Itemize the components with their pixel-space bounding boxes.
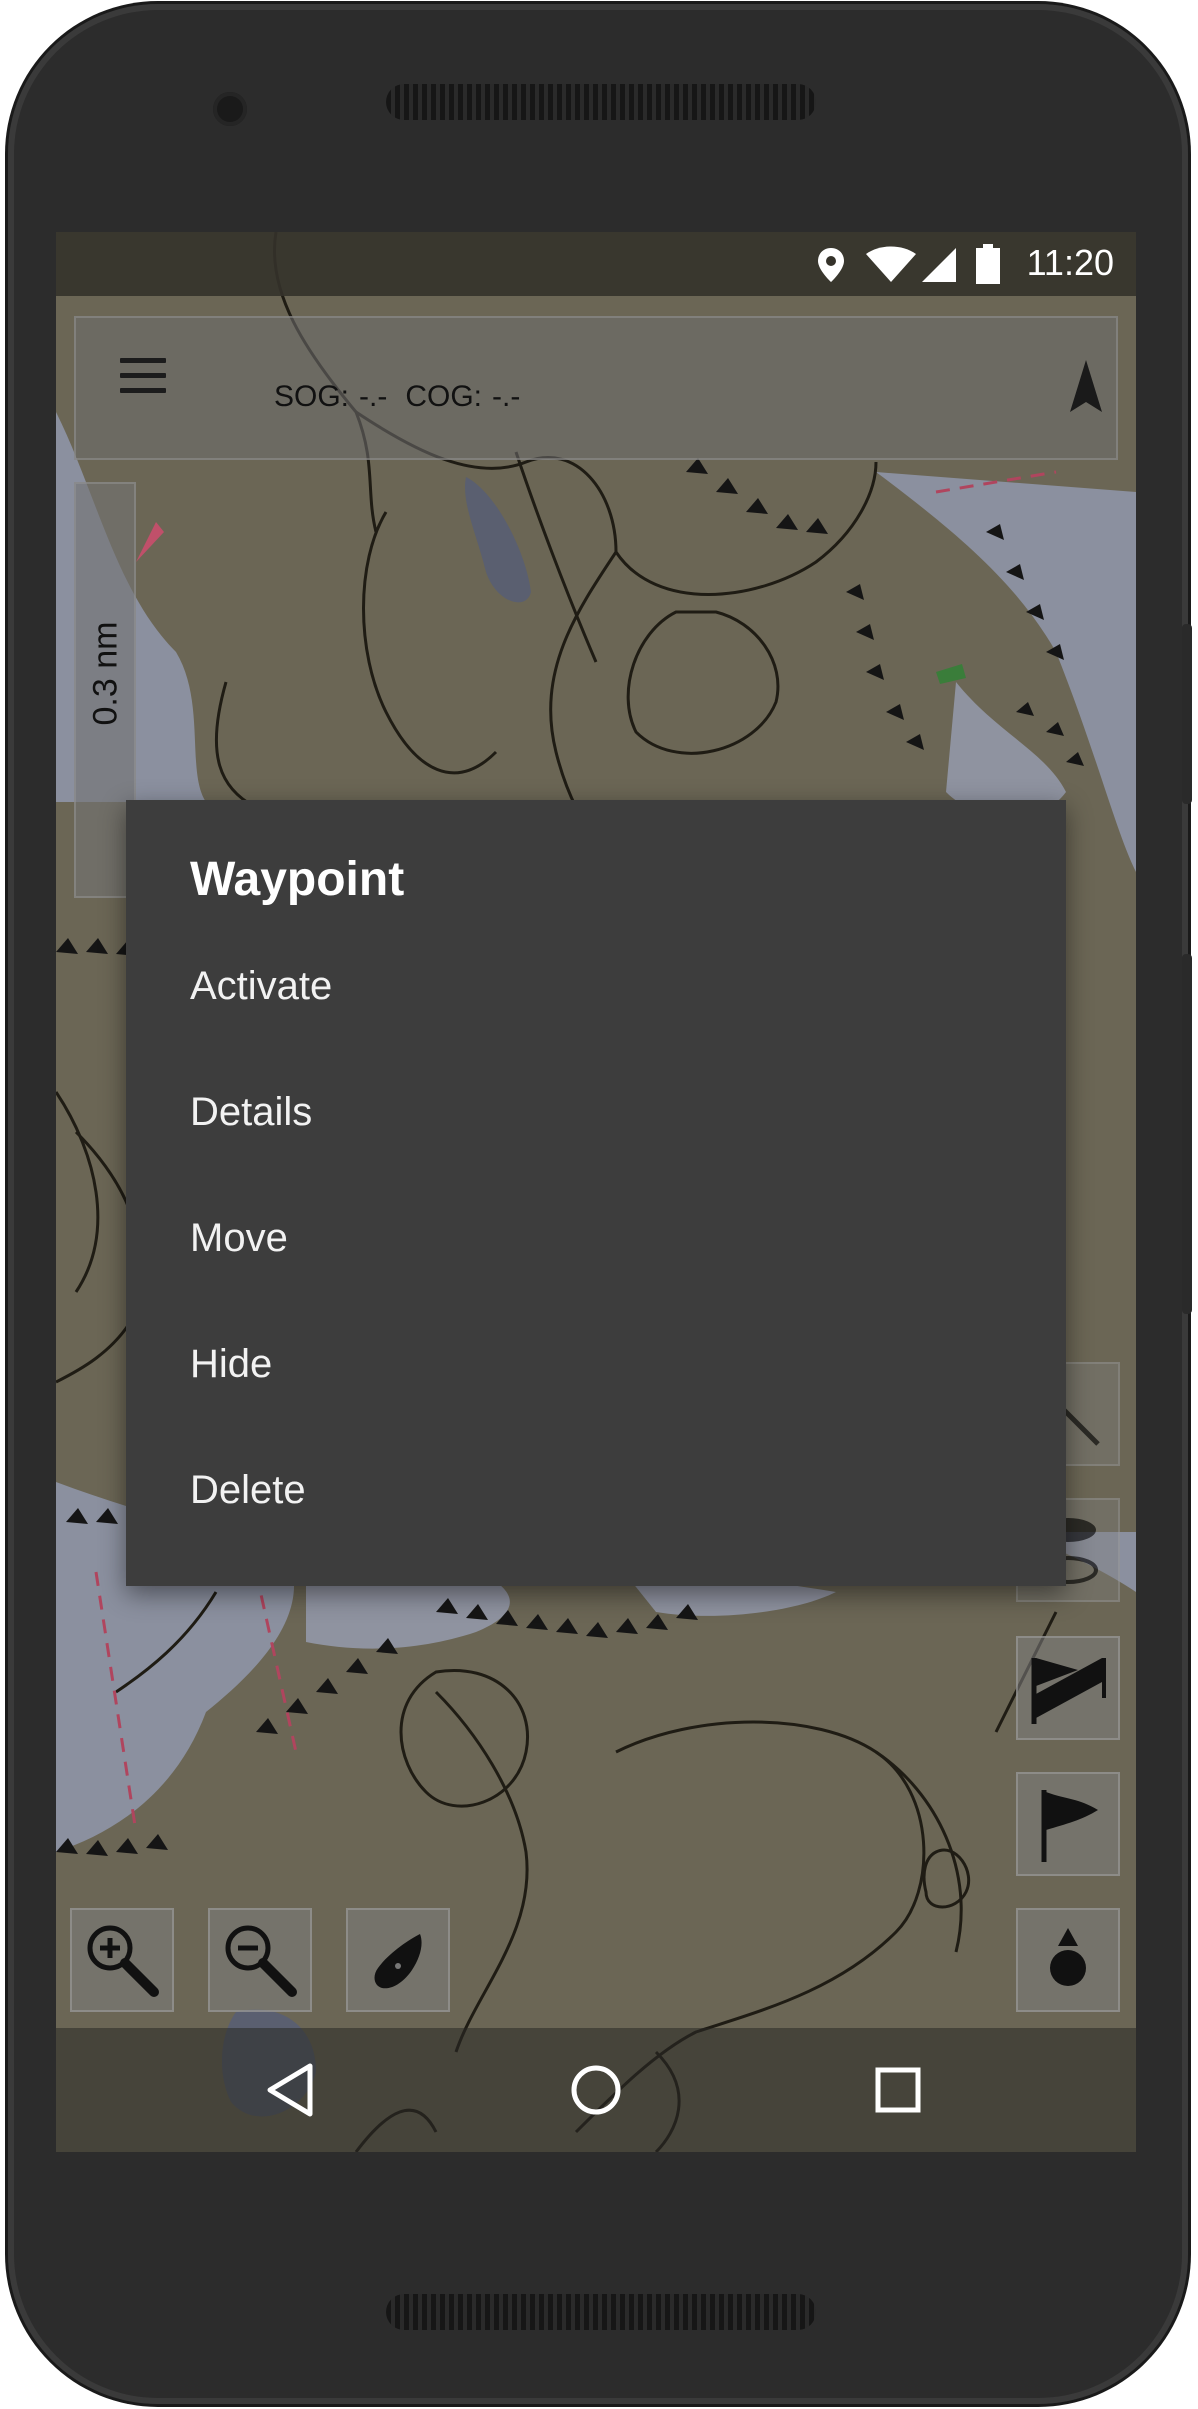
device-screen: 11:20 SOG: -.- COG: -.- 0.3 nm Waypoint … (56, 232, 1136, 2152)
system-nav-bar (56, 2028, 1136, 2152)
menu-item-label: Delete (190, 1468, 306, 1512)
menu-item-move[interactable]: Move (126, 1176, 1066, 1302)
nav-readout: SOG: -.- COG: -.- (274, 380, 530, 414)
menu-item-delete[interactable]: Delete (126, 1428, 1066, 1554)
sog-value: -.- (359, 380, 388, 413)
scale-label: 0.3 nm (86, 621, 125, 726)
menu-item-label: Move (190, 1216, 288, 1260)
zoom-in-icon (87, 1925, 159, 1997)
menu-item-hide[interactable]: Hide (126, 1302, 1066, 1428)
route-flags-icon (1031, 1658, 1106, 1724)
volume-button (1182, 954, 1192, 1314)
back-button[interactable] (250, 2050, 330, 2130)
menu-icon[interactable] (120, 358, 166, 398)
signal-icon (922, 248, 956, 282)
power-button (1182, 624, 1192, 804)
status-time: 11:20 (1026, 242, 1114, 283)
boat-icon (374, 1934, 422, 1989)
boat-position-button[interactable] (346, 1908, 450, 2012)
north-arrow-icon[interactable] (1066, 360, 1106, 416)
cog-label: COG: (405, 380, 483, 413)
battery-icon (976, 244, 1000, 284)
menu-item-label: Hide (190, 1342, 273, 1386)
location-icon (818, 248, 844, 282)
zoom-out-button[interactable] (208, 1908, 312, 2012)
sog-label: SOG: (274, 380, 350, 413)
route-flags-button[interactable] (1016, 1636, 1120, 1740)
menu-item-label: Details (190, 1090, 313, 1134)
waypoint-dialog: Waypoint Activate Details Move Hide Dele… (126, 800, 1066, 1586)
status-bar: 11:20 (56, 232, 1136, 296)
top-toolbar: SOG: -.- COG: -.- (74, 316, 1118, 460)
menu-item-activate[interactable]: Activate (126, 924, 1066, 1050)
dialog-title: Waypoint (190, 853, 405, 906)
front-camera (213, 92, 247, 126)
home-button[interactable] (556, 2050, 636, 2130)
recents-icon (875, 2067, 921, 2113)
cog-value: -.- (492, 380, 521, 413)
add-waypoint-button[interactable] (1016, 1772, 1120, 1876)
menu-item-details[interactable]: Details (126, 1050, 1066, 1176)
back-icon (267, 2063, 313, 2117)
zoom-in-button[interactable] (70, 1908, 174, 2012)
home-icon (571, 2065, 621, 2115)
center-waypoint-button[interactable] (1016, 1908, 1120, 2012)
recents-button[interactable] (858, 2050, 938, 2130)
flag-icon (1041, 1790, 1098, 1862)
zoom-out-icon (225, 1925, 297, 1997)
top-speaker (386, 84, 816, 120)
menu-item-label: Activate (190, 964, 333, 1008)
wifi-icon (866, 246, 916, 282)
waypoint-marker-icon (1050, 1928, 1086, 1986)
bottom-speaker (386, 2294, 816, 2330)
